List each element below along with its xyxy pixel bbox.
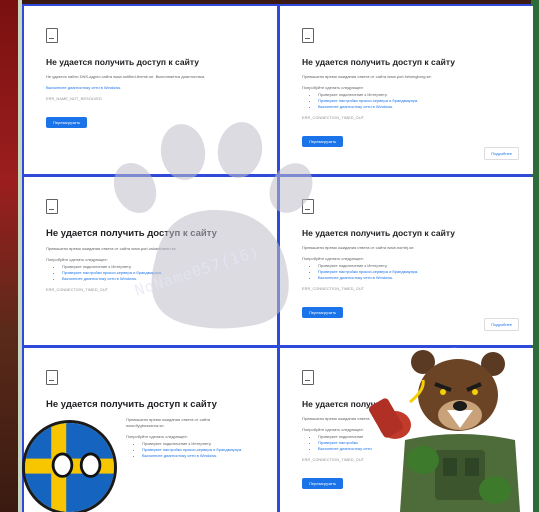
suggestion-link[interactable]: Выполните диагностику сети в Windows. [142,453,257,459]
broken-page-icon [46,28,58,43]
error-title: Не удается получить доступ к сайту [46,228,217,239]
error-code: ERR_CONNECTION_TIMED_OUT [302,287,365,291]
error-title: Не удается получить доступ к сайту [302,228,455,238]
diagnostics-link[interactable]: Выполните диагностику сети в Windows. [46,85,257,90]
error-page-panel-1: Не удается получить доступ к сайту Не уд… [24,6,277,174]
error-page-panel-4: Не удается получить доступ к сайту Превы… [280,177,533,345]
error-page-panel-2: Не удается получить доступ к сайту Превы… [280,6,533,174]
suggestion-link[interactable]: Выполните диагностику сети в Windows. [318,275,513,281]
left-background-strip [0,0,22,512]
error-title: Не удается получить доступ к сайту [46,57,199,67]
suggestion-link[interactable]: Выполните диагностику сети в Windows. [318,104,513,110]
error-code: ERR_CONNECTION_TIMED_OUT [302,116,365,120]
try-label: Попробуйте сделать следующее: [302,256,364,261]
error-code: ERR_NAME_NOT_RESOLVED [46,97,102,101]
reload-button[interactable]: Перезагрузить [46,117,88,128]
error-title: Не удается получить доступ к сайту [302,57,455,67]
suggestion-list: Проверьте подключение к Интернету. Прове… [302,263,513,281]
sweden-flag-icon [25,423,114,512]
details-button[interactable]: Подробнее [484,318,519,331]
broken-page-icon [302,370,314,385]
try-label: Попробуйте сделать следующее: [302,85,364,90]
reload-button[interactable]: Перезагрузить [302,478,344,489]
error-title: Не удается получить доступ к сайту [46,399,217,410]
sweden-countryball-icon [22,420,117,512]
broken-page-icon [46,370,58,385]
broken-page-icon [302,199,314,214]
error-description: Превышено время ожидания ответа от сайта… [302,74,432,79]
error-description: Превышено время ожидания ответа от сайта… [302,245,415,250]
error-description: Не удается найти DNS-адрес сайта www.not… [46,74,206,79]
details-button[interactable]: Подробнее [484,147,519,160]
reload-button[interactable]: Перезагрузить [302,136,344,147]
reload-button[interactable]: Перезагрузить [302,307,344,318]
suggestion-list: Проверьте подключение к Интернету. Прове… [302,92,513,110]
broken-page-icon [46,199,58,214]
broken-page-icon [302,28,314,43]
bear-soldier-icon [368,347,527,512]
error-description: Превышено время ожидания ответа от сайта… [46,246,177,251]
